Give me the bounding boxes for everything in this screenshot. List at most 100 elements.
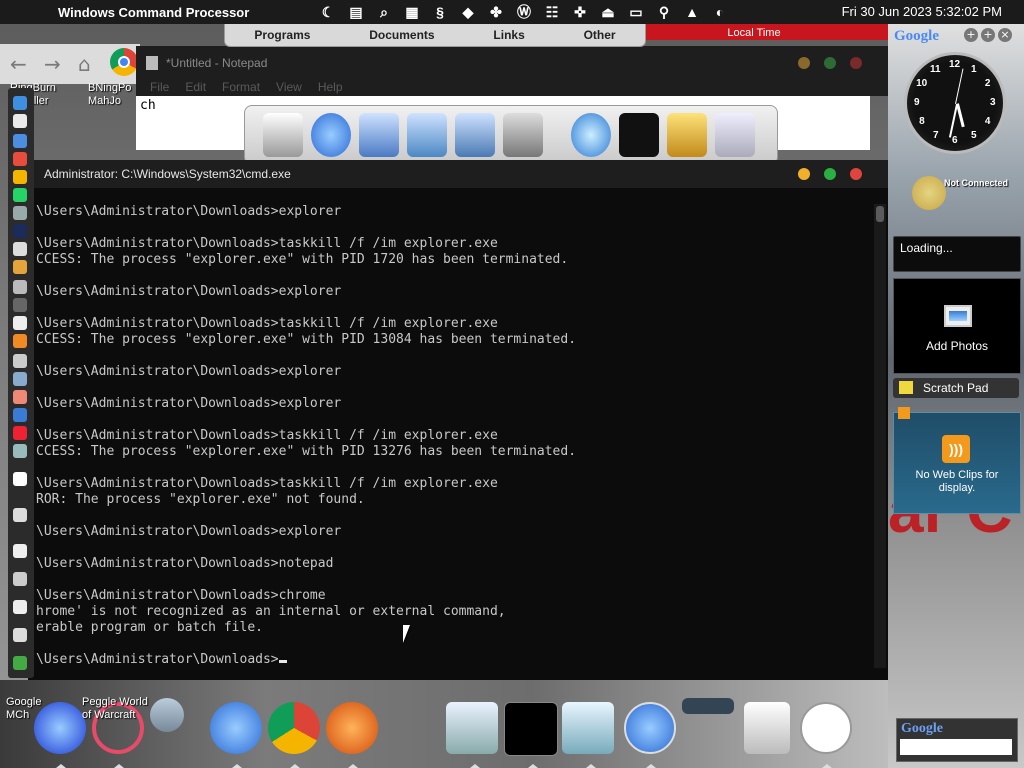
forward-icon[interactable]: →	[44, 52, 61, 76]
shelf-folder-icon[interactable]	[359, 113, 399, 157]
launcher-icon-app2[interactable]	[13, 206, 27, 220]
launcher-icon-app15[interactable]	[13, 508, 27, 522]
launcher-icon-app7[interactable]	[13, 316, 27, 330]
notepad-minimize-button[interactable]	[798, 57, 810, 69]
dock-app-icon-blue[interactable]	[34, 702, 86, 754]
dock-monitor-icon[interactable]	[446, 702, 498, 754]
launcher-icon-app10[interactable]	[13, 372, 27, 386]
search-icon[interactable]: ⌕	[374, 2, 394, 22]
dock-network-icon[interactable]	[150, 698, 184, 732]
upload-icon[interactable]: ▲	[682, 2, 702, 22]
magnifier-icon[interactable]: ⚲	[654, 2, 674, 22]
launcher-icon-app14[interactable]	[13, 472, 27, 486]
w-icon[interactable]: Ⓦ	[514, 2, 534, 22]
toggle-icon[interactable]: ◐	[710, 2, 730, 22]
launcher-icon-app8[interactable]	[13, 334, 27, 348]
cmd-titlebar[interactable]: Administrator: C:\Windows\System32\cmd.e…	[28, 160, 888, 188]
dock-trash-icon[interactable]	[744, 702, 790, 754]
launcher-icon-folder[interactable]	[13, 134, 27, 148]
book-icon[interactable]: ▦	[402, 2, 422, 22]
shelf-music-folder-icon[interactable]	[407, 113, 447, 157]
notepad-menu-view[interactable]: View	[276, 80, 302, 96]
gadget-close-button[interactable]: ×	[998, 28, 1012, 42]
tab-documents[interactable]: Documents	[369, 28, 434, 42]
notepad-menu-edit[interactable]: Edit	[185, 80, 206, 96]
window-icon[interactable]: ▭	[626, 2, 646, 22]
photos-gadget[interactable]: Add Photos	[893, 278, 1021, 374]
gadget-options-button[interactable]: +	[981, 28, 995, 42]
launcher-icon-app3[interactable]	[13, 242, 27, 256]
dock-na-icon[interactable]	[682, 698, 734, 714]
desktop-label-mahjong[interactable]: BNingPo MahJo	[88, 82, 131, 108]
notepad-titlebar[interactable]: *Untitled - Notepad	[136, 46, 888, 80]
cmd-output[interactable]: \Users\Administrator\Downloads>explorer …	[36, 204, 868, 676]
dock-cmd-icon[interactable]	[504, 702, 558, 756]
chrome-icon[interactable]	[110, 48, 138, 76]
launcher-icon-app4[interactable]	[13, 260, 27, 274]
launcher-icon-app19[interactable]	[13, 628, 27, 642]
gadget-add-button[interactable]: +	[964, 28, 978, 42]
gamepad-icon[interactable]: ✜	[570, 2, 590, 22]
network-gadget[interactable]: Not Connected	[892, 172, 1020, 232]
notepad-menu-file[interactable]: File	[150, 80, 169, 96]
launcher-icon-whatsapp[interactable]	[13, 188, 27, 202]
tab-other[interactable]: Other	[584, 28, 616, 42]
shazam-icon[interactable]: §	[430, 2, 450, 22]
notepad-menu-help[interactable]: Help	[318, 80, 343, 96]
clock-gadget[interactable]: 12 1 2 3 4 5 6 7 8 9 10 11	[904, 52, 1006, 154]
server-icon[interactable]: ☷	[542, 2, 562, 22]
dock-windows-icon[interactable]	[210, 702, 262, 754]
shelf-pictures-folder-icon[interactable]	[455, 113, 495, 157]
google-gadget-logo[interactable]: Google	[894, 28, 939, 45]
launcher-icon-app5[interactable]	[13, 280, 27, 294]
launcher-icon-app1[interactable]	[13, 152, 27, 166]
cmd-minimize-button[interactable]	[798, 168, 810, 180]
document-icon[interactable]: ▤	[346, 2, 366, 22]
menubar-clock[interactable]: Fri 30 Jun 2023 5:32:02 PM	[842, 4, 1002, 19]
notepad-close-button[interactable]	[850, 57, 862, 69]
shelf-network-icon[interactable]	[571, 113, 611, 157]
dock-pencil-icon[interactable]	[326, 702, 378, 754]
launcher-icon-rocket[interactable]	[13, 114, 27, 128]
shelf-document-icon[interactable]	[263, 113, 303, 157]
launcher-icon-app17[interactable]	[13, 572, 27, 586]
shelf-internet-icon[interactable]	[311, 113, 351, 157]
back-icon[interactable]: ←	[10, 52, 27, 76]
google-search-input[interactable]	[900, 739, 1012, 755]
cmd-scrollbar[interactable]	[874, 204, 886, 668]
launcher-icon-app11[interactable]	[13, 390, 27, 404]
active-app-name[interactable]: Windows Command Processor	[58, 5, 249, 20]
eject-icon[interactable]: ⏏	[598, 2, 618, 22]
cmd-scrollbar-thumb[interactable]	[876, 206, 884, 222]
launcher-icon-opera[interactable]	[13, 426, 27, 440]
launcher-icon-chrome[interactable]	[13, 170, 27, 184]
dock-chrome-icon[interactable]	[268, 702, 320, 754]
launcher-icon-app13[interactable]	[13, 444, 27, 458]
home-icon[interactable]: ⌂	[78, 52, 91, 76]
web-clips-gadget[interactable]: ))) No Web Clips for display.	[893, 407, 1021, 514]
desktop-label-peggle[interactable]: Peggle World of Warcraft	[82, 696, 148, 722]
launcher-icon-app18[interactable]	[13, 600, 27, 614]
desktop-label-google-chrome[interactable]: Google MCh	[6, 696, 41, 722]
launcher-icon-app20[interactable]	[13, 656, 27, 670]
shelf-settings-icon[interactable]	[667, 113, 707, 157]
cmd-maximize-button[interactable]	[824, 168, 836, 180]
dock-start-icon[interactable]	[624, 702, 676, 754]
notepad-maximize-button[interactable]	[824, 57, 836, 69]
launcher-icon-app12[interactable]	[13, 408, 27, 422]
add-photos-label[interactable]: Add Photos	[894, 339, 1020, 353]
scratch-pad-gadget[interactable]: Scratch Pad	[893, 378, 1019, 398]
tab-links[interactable]: Links	[493, 28, 524, 42]
moon-icon[interactable]: ☾	[318, 2, 338, 22]
tab-programs[interactable]: Programs	[254, 28, 310, 42]
notepad-menu-format[interactable]: Format	[222, 80, 260, 96]
launcher-icon-photoshop[interactable]	[13, 224, 27, 238]
shelf-recycle-bin-icon[interactable]	[715, 113, 755, 157]
dock-clock-icon[interactable]	[800, 702, 852, 754]
diamond-icon[interactable]: ◆	[458, 2, 478, 22]
launcher-icon-desktop[interactable]	[13, 96, 27, 110]
launcher-icon-app6[interactable]	[13, 298, 27, 312]
shelf-tools-icon[interactable]	[503, 113, 543, 157]
shelf-tshirt-icon[interactable]	[619, 113, 659, 157]
cmd-close-button[interactable]	[850, 168, 862, 180]
